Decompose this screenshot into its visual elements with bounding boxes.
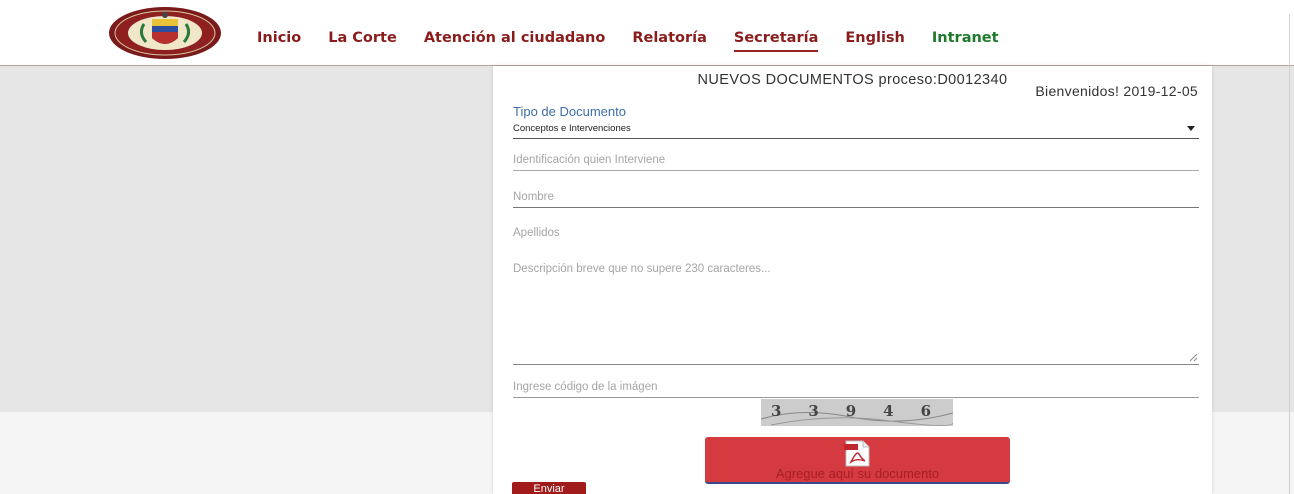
name-placeholder: Nombre [513, 191, 554, 203]
surname-input[interactable]: Apellidos [513, 224, 1199, 244]
doc-type-value: Conceptos e Intervenciones [513, 123, 631, 134]
name-input[interactable]: Nombre [513, 188, 1199, 208]
captcha-placeholder: Ingrese código de la imágen [513, 381, 658, 393]
frame-edge [1289, 14, 1290, 494]
upload-document-button[interactable]: Agregue aquí su documento [705, 437, 1010, 484]
caret-down-icon [1187, 126, 1195, 131]
colombia-coat-of-arms-logo[interactable] [108, 6, 222, 60]
site-header: Inicio La Corte Atención al ciudadano Re… [0, 0, 1294, 66]
nav-english[interactable]: English [845, 30, 905, 46]
surname-placeholder: Apellidos [513, 227, 560, 239]
submit-button[interactable]: Enviar [512, 482, 586, 494]
nav-atencion-ciudadano[interactable]: Atención al ciudadano [424, 30, 606, 46]
resize-handle-icon[interactable] [1189, 353, 1198, 362]
id-input[interactable]: Identificación quien Interviene [513, 151, 1199, 171]
doc-type-select[interactable]: Conceptos e Intervenciones [513, 121, 1199, 139]
captcha-input[interactable]: Ingrese código de la imágen [513, 378, 1199, 398]
upload-label: Agregue aquí su documento [775, 466, 940, 481]
nav-secretaria[interactable]: Secretaría [733, 30, 819, 52]
captcha-image: 3 3 9 4 6 [761, 399, 953, 426]
new-document-form: NUEVOS DOCUMENTOS proceso:D0012340 Bienv… [493, 66, 1212, 494]
nav-relatoria[interactable]: Relatoría [632, 30, 707, 46]
nav-intranet[interactable]: Intranet [932, 30, 999, 46]
pdf-file-icon [844, 440, 870, 467]
nav-la-corte[interactable]: La Corte [328, 30, 397, 46]
description-textarea[interactable]: Descripción breve que no supere 230 cara… [513, 259, 1199, 365]
id-placeholder: Identificación quien Interviene [513, 154, 666, 166]
main-nav: Inicio La Corte Atención al ciudadano Re… [257, 30, 1026, 52]
doc-type-label: Tipo de Documento [513, 104, 626, 119]
captcha-text: 3 3 9 4 6 [771, 402, 931, 420]
welcome-date: Bienvenidos! 2019-12-05 [1035, 83, 1198, 99]
nav-inicio[interactable]: Inicio [257, 30, 301, 46]
description-placeholder: Descripción breve que no supere 230 cara… [513, 263, 771, 275]
